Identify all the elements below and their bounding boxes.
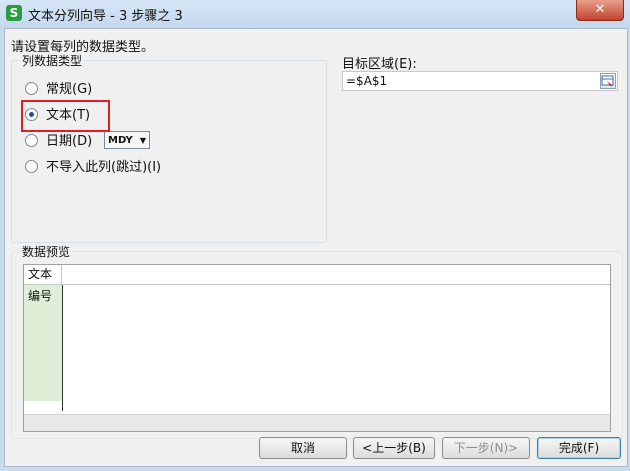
radio-general[interactable]: 常规(G): [25, 80, 92, 100]
radio-general-label: 常规(G): [46, 82, 93, 97]
preview-column-header[interactable]: 文本: [24, 265, 62, 284]
radio-date-label: 日期(D): [46, 134, 93, 149]
radio-skip-label: 不导入此列(跳过)(I): [46, 160, 162, 175]
radio-skip[interactable]: 不导入此列(跳过)(I): [25, 158, 161, 178]
close-button[interactable]: ✕: [576, 0, 624, 21]
destination-value: =$A$1: [346, 74, 388, 88]
column-type-group: 列数据类型 常规(G) 文本(T) 日期(D) MDY ▼ 不导入此列(跳过)(…: [11, 52, 327, 243]
chevron-down-icon: ▼: [139, 136, 146, 145]
preview-group-title: 数据预览: [20, 243, 73, 260]
cancel-button[interactable]: 取消: [259, 437, 347, 459]
preview-cell: 编号: [28, 289, 53, 303]
dialog-body: 请设置每列的数据类型。 列数据类型 常规(G) 文本(T) 日期(D) MDY …: [4, 28, 628, 467]
range-picker-icon: [601, 75, 614, 86]
column-type-group-title: 列数据类型: [20, 52, 85, 69]
spreadsheet-app-icon: S: [6, 5, 22, 21]
back-button[interactable]: <上一步(B): [353, 437, 435, 459]
date-format-value: MDY: [108, 135, 133, 146]
window-title: 文本分列向导 - 3 步骤之 3: [28, 9, 183, 24]
highlight-box: [21, 100, 110, 132]
finish-button[interactable]: 完成(F): [537, 437, 621, 459]
data-preview-grid[interactable]: 文本 编号: [23, 264, 611, 432]
preview-column-selected[interactable]: 编号: [24, 285, 62, 401]
close-icon: ✕: [594, 2, 606, 17]
radio-general-button[interactable]: [25, 82, 38, 95]
destination-label: 目标区域(E):: [342, 57, 417, 72]
radio-skip-button[interactable]: [25, 160, 38, 173]
title-bar: S 文本分列向导 - 3 步骤之 3 ✕: [0, 0, 630, 28]
horizontal-scrollbar[interactable]: [24, 414, 610, 431]
next-button[interactable]: 下一步(N)>: [442, 437, 530, 459]
date-format-select[interactable]: MDY ▼: [104, 131, 150, 149]
radio-date[interactable]: 日期(D): [25, 132, 92, 152]
destination-input[interactable]: =$A$1: [342, 71, 618, 91]
range-picker-button[interactable]: [600, 73, 616, 89]
radio-date-button[interactable]: [25, 134, 38, 147]
preview-header-row: 文本: [24, 265, 610, 285]
column-divider: [62, 285, 63, 411]
